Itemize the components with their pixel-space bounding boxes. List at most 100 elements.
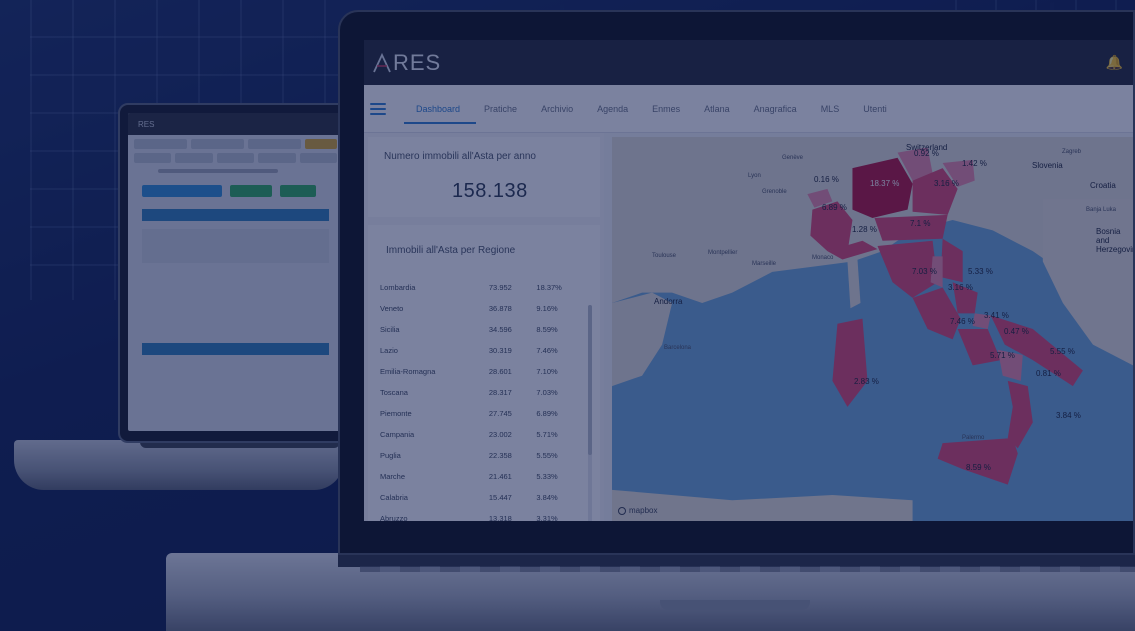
tab-mls[interactable]: MLS: [821, 90, 840, 128]
map-percent-label: 1.28 %: [852, 225, 877, 234]
region-count: 23.002: [488, 430, 512, 439]
map-region-sardegna: [832, 318, 868, 407]
map-city-label: Banja Luka: [1086, 207, 1117, 213]
italy-choropleth-map[interactable]: Switzerland Slovenia Croatia Bosnia and …: [612, 137, 1133, 521]
map-percent-label: 0.81 %: [1036, 369, 1061, 378]
region-row[interactable]: Sicilia 34.596 8.59%: [380, 319, 576, 340]
total-auctions-value: 158.138: [452, 180, 528, 202]
map-percent-label: 7.1 %: [910, 219, 931, 228]
region-name: Campania: [380, 430, 415, 439]
tab-agenda[interactable]: Agenda: [597, 90, 628, 128]
regions-scroll-thumb[interactable]: [588, 305, 592, 455]
back-tab: [299, 153, 338, 163]
map-region-sicilia: [937, 437, 1018, 485]
back-green-button: [230, 185, 272, 197]
region-row[interactable]: Toscana 28.317 7.03%: [380, 382, 576, 403]
map-svg: [612, 137, 1133, 521]
app-logo[interactable]: RES: [372, 50, 441, 76]
region-row[interactable]: Veneto 36.878 9.16%: [380, 298, 576, 319]
laptop-keyboard-edge: [360, 566, 1135, 572]
region-row[interactable]: Abruzzo 13.318 3.31%: [380, 508, 576, 521]
map-land-balkans: [1042, 199, 1133, 366]
map-corsica: [847, 259, 861, 309]
map-place-label: Croatia: [1090, 181, 1116, 190]
map-city-label: Toulouse: [652, 253, 677, 259]
map-percent-label: 0.92 %: [914, 149, 939, 158]
map-percent-label: 0.16 %: [814, 175, 839, 184]
tab-utenti[interactable]: Utenti: [863, 90, 887, 128]
region-percent: 8.59%: [536, 325, 558, 334]
map-city-label: Palermo: [962, 435, 985, 441]
map-percent-label: 5.33 %: [968, 267, 993, 276]
regions-scrollbar[interactable]: [588, 305, 592, 521]
mapbox-attribution[interactable]: mapbox: [618, 506, 657, 515]
map-percent-label: 6.89 %: [822, 203, 847, 212]
map-percent-label: 5.71 %: [990, 351, 1015, 360]
region-percent: 3.31%: [536, 514, 558, 521]
tab-enmes[interactable]: Enmes: [652, 90, 680, 128]
region-row[interactable]: Campania 23.002 5.71%: [380, 424, 576, 445]
region-name: Lazio: [380, 346, 398, 355]
back-breadcrumb-row: [134, 139, 338, 149]
region-count: 27.745: [488, 409, 512, 418]
map-percent-label: 0.47 %: [1004, 327, 1029, 336]
back-chip: [191, 139, 245, 149]
region-row[interactable]: Lazio 30.319 7.46%: [380, 340, 576, 361]
map-place-label: Bosnia and Herzegovina: [1096, 227, 1133, 254]
back-button-row: [142, 185, 329, 197]
region-name: Veneto: [380, 304, 404, 313]
stats-column: Numero immobili all'Asta per anno 158.13…: [364, 133, 604, 521]
tab-anagrafica[interactable]: Anagrafica: [754, 90, 797, 128]
region-count: 13.318: [488, 514, 512, 521]
region-percent: 5.71%: [536, 430, 558, 439]
tab-archivio[interactable]: Archivio: [541, 90, 573, 128]
laptop-trackpad-notch: [660, 600, 810, 610]
map-percent-label: 3.41 %: [984, 311, 1009, 320]
logo-a-icon: [373, 52, 391, 72]
region-percent: 7.46%: [536, 346, 558, 355]
map-percent-label: 7.46 %: [950, 317, 975, 326]
regions-title: Immobili all'Asta per Regione: [386, 245, 516, 256]
back-panel-header: [142, 343, 329, 355]
region-row[interactable]: Lombardia 73.952 18.37%: [380, 277, 576, 298]
map-city-label: Barcelona: [664, 345, 692, 351]
region-row[interactable]: Piemonte 27.745 6.89%: [380, 403, 576, 424]
dashboard-content: Numero immobili all'Asta per anno 158.13…: [364, 133, 1133, 521]
region-count: 15.447: [488, 493, 512, 502]
region-percent: 7.10%: [536, 367, 558, 376]
map-city-label: Grenoble: [762, 189, 787, 195]
map-city-label: Monaco: [812, 255, 834, 261]
region-row[interactable]: Marche 21.461 5.33%: [380, 466, 576, 487]
map-place-label: Slovenia: [1032, 161, 1063, 170]
region-count: 28.317: [488, 388, 512, 397]
hamburger-menu-icon[interactable]: [370, 102, 386, 115]
main-nav: Dashboard Pratiche Archivio Agenda Enmes…: [364, 85, 1133, 133]
region-row[interactable]: Puglia 22.358 5.55%: [380, 445, 576, 466]
back-tab: [134, 153, 172, 163]
region-row[interactable]: Emilia-Romagna 28.601 7.10%: [380, 361, 576, 382]
map-percent-label: 18.37 %: [870, 179, 900, 188]
regions-list[interactable]: Lombardia 73.952 18.37% Veneto 36.878 9.16% Si…: [380, 277, 576, 521]
region-name: Abruzzo: [380, 514, 408, 521]
tab-pratiche[interactable]: Pratiche: [484, 90, 517, 128]
region-count: 73.952: [488, 283, 512, 292]
tab-atlana[interactable]: Atlana: [704, 90, 730, 128]
total-auctions-card: Numero immobili all'Asta per anno 158.13…: [368, 137, 600, 217]
region-percent: 5.33%: [536, 472, 558, 481]
region-name: Puglia: [380, 451, 401, 460]
region-count: 34.596: [488, 325, 512, 334]
map-percent-label: 5.55 %: [1050, 347, 1075, 356]
region-percent: 18.37%: [536, 283, 562, 292]
tab-dashboard[interactable]: Dashboard: [403, 90, 477, 128]
region-name: Piemonte: [380, 409, 412, 418]
region-row[interactable]: Calabria 15.447 3.84%: [380, 487, 576, 508]
app-window: RES 🔔 Dashboard Pratiche Archivio Agenda…: [364, 40, 1133, 521]
back-tabs-row: [134, 153, 338, 163]
back-blue-button: [142, 185, 222, 197]
bell-icon[interactable]: 🔔: [1106, 54, 1123, 71]
mapbox-attribution-text: mapbox: [629, 506, 658, 515]
back-chip-highlight: [305, 139, 338, 149]
back-app-screen: RES: [128, 113, 343, 431]
back-tab: [175, 153, 213, 163]
back-tab: [258, 153, 296, 163]
